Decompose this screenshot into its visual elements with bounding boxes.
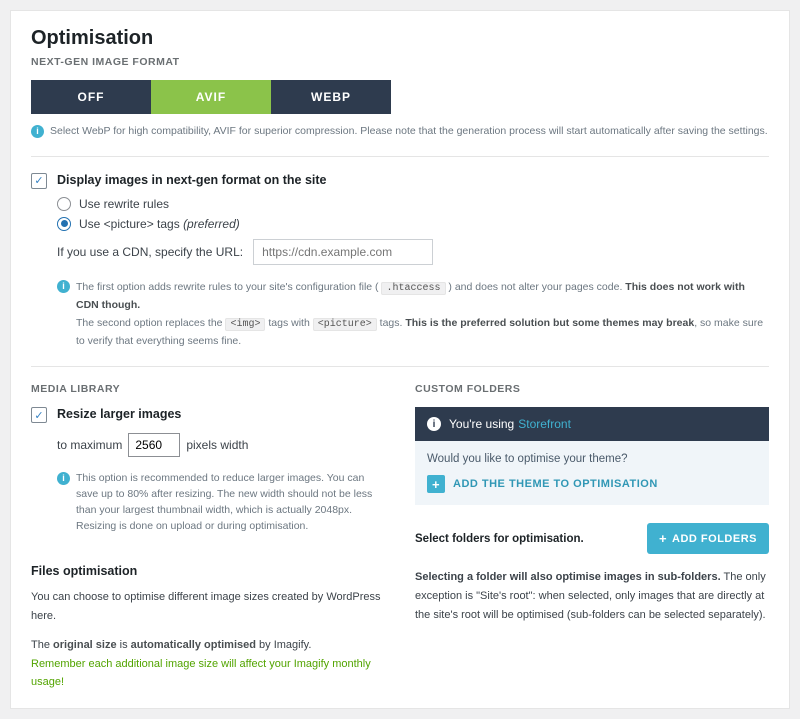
plus-icon: + — [659, 531, 667, 546]
section-custom: CUSTOM FOLDERS — [415, 383, 769, 395]
page-title: Optimisation — [31, 27, 769, 50]
info-icon: i — [31, 125, 44, 138]
radio-rewrite-label: Use rewrite rules — [79, 197, 169, 211]
display-note-2: The second option replaces the <img> tag… — [76, 315, 769, 351]
add-theme-button[interactable]: + ADD THE THEME TO OPTIMISATION — [427, 475, 757, 493]
files-opt-warning: Remember each additional image size will… — [31, 655, 385, 692]
resize-width-input[interactable] — [128, 433, 180, 457]
display-checkbox[interactable] — [31, 173, 47, 189]
theme-question: Would you like to optimise your theme? — [427, 453, 757, 465]
theme-banner-text: You're using — [449, 417, 514, 431]
files-opt-p1: You can choose to optimise different ima… — [31, 588, 385, 625]
theme-link[interactable]: Storefront — [518, 417, 571, 431]
plus-icon: + — [427, 475, 445, 493]
files-opt-heading: Files optimisation — [31, 564, 385, 578]
add-folders-button[interactable]: + ADD FOLDERS — [647, 523, 769, 554]
tab-avif[interactable]: AVIF — [151, 80, 271, 114]
radio-rewrite[interactable] — [57, 197, 71, 211]
divider — [31, 156, 769, 157]
format-info: i Select WebP for high compatibility, AV… — [31, 124, 769, 140]
cdn-label: If you use a CDN, specify the URL: — [57, 245, 243, 259]
info-icon: i — [427, 417, 441, 431]
info-icon: i — [57, 472, 70, 485]
tab-webp[interactable]: WEBP — [271, 80, 391, 114]
cdn-input[interactable] — [253, 239, 433, 265]
folder-description: Selecting a folder will also optimise im… — [415, 568, 769, 624]
resize-prefix: to maximum — [57, 438, 122, 452]
display-label: Display images in next-gen format on the… — [57, 173, 327, 187]
section-media: MEDIA LIBRARY — [31, 383, 385, 395]
resize-label: Resize larger images — [57, 407, 181, 421]
display-note-1: The first option adds rewrite rules to y… — [76, 279, 769, 315]
resize-note: This option is recommended to reduce lar… — [76, 471, 385, 534]
format-info-text: Select WebP for high compatibility, AVIF… — [50, 124, 768, 140]
section-nextgen: NEXT-GEN IMAGE FORMAT — [31, 56, 769, 68]
radio-picture-label: Use <picture> tags (preferred) — [79, 217, 240, 231]
theme-banner: i You're using Storefront — [415, 407, 769, 441]
resize-checkbox[interactable] — [31, 407, 47, 423]
files-opt-p2: The original size is automatically optim… — [31, 636, 385, 655]
info-icon: i — [57, 280, 70, 293]
radio-picture[interactable] — [57, 217, 71, 231]
resize-unit: pixels width — [186, 438, 248, 452]
tab-off[interactable]: OFF — [31, 80, 151, 114]
divider — [31, 366, 769, 367]
select-folders-label: Select folders for optimisation. — [415, 533, 584, 545]
format-tabs: OFF AVIF WEBP — [31, 80, 769, 114]
